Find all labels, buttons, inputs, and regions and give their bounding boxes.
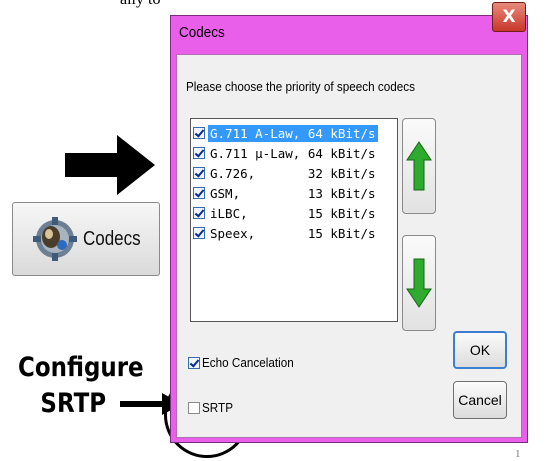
codec-label: Speex, 15 kBit/s — [210, 225, 376, 241]
pointer-arrow-icon — [65, 135, 155, 195]
green-down-arrow-icon — [406, 258, 432, 308]
green-up-arrow-icon — [406, 141, 432, 191]
cancel-button[interactable]: Cancel — [453, 381, 507, 419]
codec-checkbox[interactable] — [193, 207, 205, 219]
dialog-titlebar[interactable]: Codecs — [171, 16, 527, 50]
codec-label: GSM, 13 kBit/s — [210, 185, 376, 201]
codec-priority-prompt: Please choose the priority of speech cod… — [186, 79, 415, 94]
echo-cancelation-option[interactable]: Echo Cancelation — [188, 355, 304, 370]
srtp-option[interactable]: SRTP — [188, 400, 236, 415]
codecs-launcher-button[interactable]: Codecs — [12, 202, 160, 276]
dialog-client-area: Please choose the priority of speech cod… — [176, 54, 522, 438]
codec-row[interactable]: Speex, 15 kBit/s — [193, 223, 378, 243]
codec-row[interactable]: G.711 A-Law, 64 kBit/s — [193, 123, 378, 143]
codec-checkbox[interactable] — [193, 187, 205, 199]
codec-row[interactable]: G.726, 32 kBit/s — [193, 163, 378, 183]
dialog-title: Codecs — [179, 24, 225, 41]
codec-checkbox[interactable] — [193, 167, 205, 179]
srtp-label: SRTP — [202, 400, 233, 415]
codec-list[interactable]: G.711 A-Law, 64 kBit/s G.711 µ-Law, 64 k… — [190, 118, 398, 322]
codec-label: G.726, 32 kBit/s — [210, 165, 376, 181]
codecs-dialog: Codecs X Please choose the priority of s… — [170, 2, 528, 443]
annotation-line-1: Configure — [18, 352, 144, 383]
move-up-button[interactable] — [402, 118, 436, 214]
codec-row[interactable]: iLBC, 15 kBit/s — [193, 203, 378, 223]
codec-gear-icon — [33, 217, 77, 261]
move-down-button[interactable] — [402, 235, 436, 331]
codec-row[interactable]: G.711 µ-Law, 64 kBit/s — [193, 143, 378, 163]
close-icon: X — [502, 7, 516, 27]
codec-checkbox[interactable] — [193, 147, 205, 159]
codec-label: G.711 µ-Law, 64 kBit/s — [210, 145, 376, 161]
codec-checkbox[interactable] — [193, 127, 205, 139]
annotation-line-2: SRTP — [40, 388, 107, 419]
launcher-label: Codecs — [83, 227, 141, 250]
codec-label: G.711 A-Law, 64 kBit/s — [208, 124, 378, 142]
codec-checkbox[interactable] — [193, 227, 205, 239]
srtp-checkbox[interactable] — [188, 401, 200, 414]
codec-label: iLBC, 15 kBit/s — [210, 205, 376, 221]
document-text-fragment: ally to — [120, 0, 180, 9]
codec-row[interactable]: GSM, 13 kBit/s — [193, 183, 378, 203]
echo-cancelation-checkbox[interactable] — [188, 356, 200, 369]
echo-cancelation-label: Echo Cancelation — [202, 355, 294, 370]
ok-button[interactable]: OK — [453, 331, 507, 369]
configure-srtp-annotation: Configure SRTP — [18, 350, 144, 422]
close-button[interactable]: X — [492, 2, 526, 32]
page-number: 1 — [515, 448, 521, 460]
